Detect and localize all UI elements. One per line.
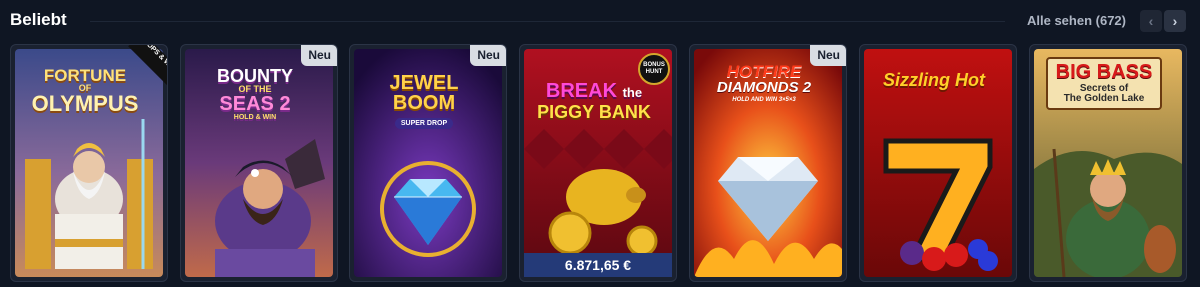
header-divider (90, 21, 1005, 22)
game-logo: BREAK the PIGGY BANK (520, 81, 668, 121)
new-badge: Neu (810, 45, 846, 66)
game-logo: FORTUNE OF OLYMPUS (11, 67, 159, 115)
bonus-hunt-badge: BONUS HUNT (638, 53, 670, 85)
game-card-bounty-of-the-seas-2[interactable]: Neu BOUNTY OF THE SEAS 2 HOLD & WIN (180, 44, 338, 282)
game-card-hotfire-diamonds-2[interactable]: Neu HOTFIRE DIAMONDS 2 HOLD AND WIN 3×5×… (689, 44, 847, 282)
game-logo-line: the (622, 85, 643, 100)
section-header: Beliebt Alle sehen (672) ‹ › (0, 0, 1200, 40)
game-logo-line: BIG BASS (1055, 61, 1153, 83)
game-logo: Sizzling Hot (860, 71, 1008, 89)
prev-button[interactable]: ‹ (1140, 10, 1162, 32)
game-logo-line: HOLD & WIN (233, 114, 277, 121)
game-logo-line: Sizzling Hot (883, 70, 985, 90)
jackpot-amount: 6.871,65 € (524, 253, 672, 277)
game-card-fortune-of-olympus[interactable]: FORTUNE OF OLYMPUS DROPS & WINS (10, 44, 168, 282)
game-logo-line: The Golden Lake (1063, 93, 1145, 104)
chevron-left-icon: ‹ (1148, 13, 1154, 29)
game-logo-line: PIGGY BANK (537, 102, 651, 122)
new-badge: Neu (470, 45, 506, 66)
game-card-jewel-boom[interactable]: Neu JEWEL BOOM SUPER DROP (349, 44, 507, 282)
game-logo: BIG BASS Secrets of The Golden Lake (1030, 57, 1178, 110)
game-logo-line: BREAK (545, 80, 618, 102)
game-card-break-the-piggy-bank[interactable]: BONUS HUNT BREAK the PIGGY BANK 6.871,65… (519, 44, 677, 282)
section-title: Beliebt (10, 10, 67, 29)
game-logo-line: SEAS 2 (219, 93, 291, 115)
game-logo-line: DIAMONDS 2 (716, 79, 812, 96)
game-logo-line: JEWEL (389, 72, 459, 94)
game-logo: JEWEL BOOM SUPER DROP (350, 73, 498, 129)
game-card-sizzling-hot[interactable]: Sizzling Hot (859, 44, 1017, 282)
next-button[interactable]: › (1164, 10, 1186, 32)
game-logo-line: FORTUNE (43, 66, 127, 85)
game-logo-line: HOLD AND WIN 3×5×3 (732, 97, 796, 103)
new-badge: Neu (301, 45, 337, 66)
see-all-link[interactable]: Alle sehen (672) (1027, 13, 1126, 28)
game-logo-line: SUPER DROP (394, 118, 454, 129)
game-logo-line: OLYMPUS (31, 91, 139, 116)
game-card-big-bass-golden-lake[interactable]: BIG BASS Secrets of The Golden Lake (1029, 44, 1187, 282)
game-logo-line: BOOM (392, 92, 456, 114)
game-logo-line: BOUNTY (217, 66, 293, 86)
game-logo: BOUNTY OF THE SEAS 2 HOLD & WIN (181, 67, 329, 121)
chevron-right-icon: › (1172, 13, 1178, 29)
game-logo: HOTFIRE DIAMONDS 2 HOLD AND WIN 3×5×3 (690, 63, 838, 103)
